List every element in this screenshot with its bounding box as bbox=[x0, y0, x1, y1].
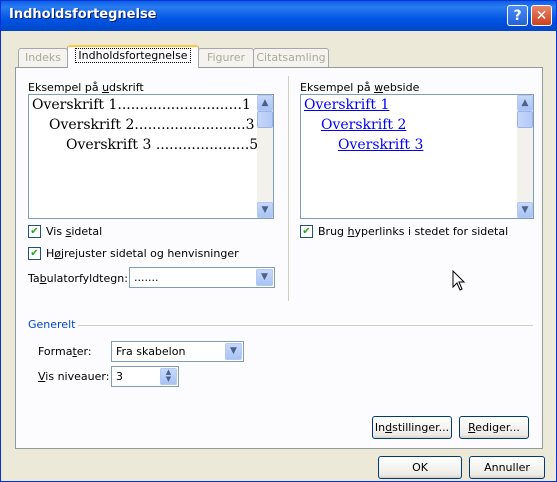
show-page-numbers-checkbox[interactable]: ✔ bbox=[28, 225, 41, 238]
spinner-arrows-icon[interactable]: ▲ ▼ bbox=[160, 368, 177, 385]
tab-index[interactable]: Indeks bbox=[18, 48, 68, 67]
divider bbox=[288, 76, 289, 301]
scroll-up-icon[interactable]: ▲ bbox=[257, 95, 273, 111]
print-preview-line: Overskrift 3 .....................5 bbox=[66, 137, 259, 153]
divider bbox=[78, 325, 533, 326]
tab-leader-label: Tabulatorfyldtegn: bbox=[28, 272, 128, 285]
tab-panel: Eksempel på udskrift Overskrift 1.......… bbox=[15, 67, 543, 449]
use-hyperlinks-label: Brug hyperlinks i stedet for sidetal bbox=[318, 225, 509, 238]
tab-citations[interactable]: Citatsamling bbox=[253, 48, 329, 67]
web-preview-link[interactable]: Overskrift 2 bbox=[321, 117, 406, 133]
scroll-thumb[interactable] bbox=[257, 111, 273, 128]
levels-label: Vis niveauer: bbox=[38, 370, 110, 383]
web-preview-box: Overskrift 1 Overskrift 2 Overskrift 3 ▲… bbox=[300, 94, 534, 219]
general-group-label: Generelt bbox=[28, 318, 76, 331]
print-preview-label: Eksempel på udskrift bbox=[28, 81, 144, 94]
mouse-cursor-icon bbox=[452, 270, 466, 291]
use-hyperlinks-checkbox[interactable]: ✔ bbox=[300, 225, 313, 238]
levels-spinner[interactable]: 3 ▲ ▼ bbox=[111, 366, 179, 387]
tab-figures[interactable]: Figurer bbox=[198, 48, 254, 67]
web-preview-scrollbar[interactable]: ▲ ▼ bbox=[517, 95, 533, 218]
print-preview-line: Overskrift 2.........................3 bbox=[49, 117, 255, 133]
tab-leader-value: ....... bbox=[134, 271, 159, 284]
title-bar[interactable]: Indholdsfortegnelse ? ✕ bbox=[1, 1, 556, 31]
formats-label: Formater: bbox=[38, 345, 92, 358]
chevron-down-icon[interactable]: ▼ bbox=[256, 269, 273, 286]
tab-toc-label: Indholdsfortegnelse bbox=[75, 48, 191, 63]
print-preview-box: Overskrift 1............................… bbox=[28, 94, 274, 219]
right-align-label: Højrejuster sidetal og henvisninger bbox=[46, 247, 239, 260]
tab-leader-select[interactable]: ....... ▼ bbox=[129, 267, 275, 288]
scroll-down-icon[interactable]: ▼ bbox=[517, 202, 533, 218]
window-title: Indholdsfortegnelse bbox=[9, 7, 157, 22]
web-preview-label: Eksempel på webside bbox=[300, 81, 420, 94]
formats-select[interactable]: Fra skabelon ▼ bbox=[111, 341, 244, 362]
print-preview-scrollbar[interactable]: ▲ ▼ bbox=[257, 95, 273, 218]
help-button[interactable]: ? bbox=[507, 5, 528, 26]
levels-value: 3 bbox=[116, 370, 123, 383]
web-preview-link[interactable]: Overskrift 3 bbox=[338, 137, 423, 153]
formats-value: Fra skabelon bbox=[116, 345, 186, 358]
scroll-thumb[interactable] bbox=[517, 111, 533, 128]
print-preview-line: Overskrift 1............................… bbox=[32, 97, 251, 113]
cancel-button[interactable]: Annuller bbox=[469, 456, 545, 479]
options-button[interactable]: Indstillinger... bbox=[372, 416, 452, 439]
scroll-down-icon[interactable]: ▼ bbox=[257, 202, 273, 218]
tab-toc[interactable]: Indholdsfortegnelse bbox=[67, 45, 199, 68]
right-align-checkbox[interactable]: ✔ bbox=[28, 247, 41, 260]
web-preview-link[interactable]: Overskrift 1 bbox=[304, 97, 389, 113]
close-button[interactable]: ✕ bbox=[531, 5, 552, 26]
show-page-numbers-label: Vis sidetal bbox=[46, 225, 103, 238]
toc-dialog: Indholdsfortegnelse ? ✕ Indeks Indholdsf… bbox=[0, 0, 557, 482]
ok-button[interactable]: OK bbox=[378, 456, 462, 479]
modify-button[interactable]: Rediger... bbox=[459, 416, 529, 439]
scroll-up-icon[interactable]: ▲ bbox=[517, 95, 533, 111]
chevron-down-icon[interactable]: ▼ bbox=[225, 343, 242, 360]
